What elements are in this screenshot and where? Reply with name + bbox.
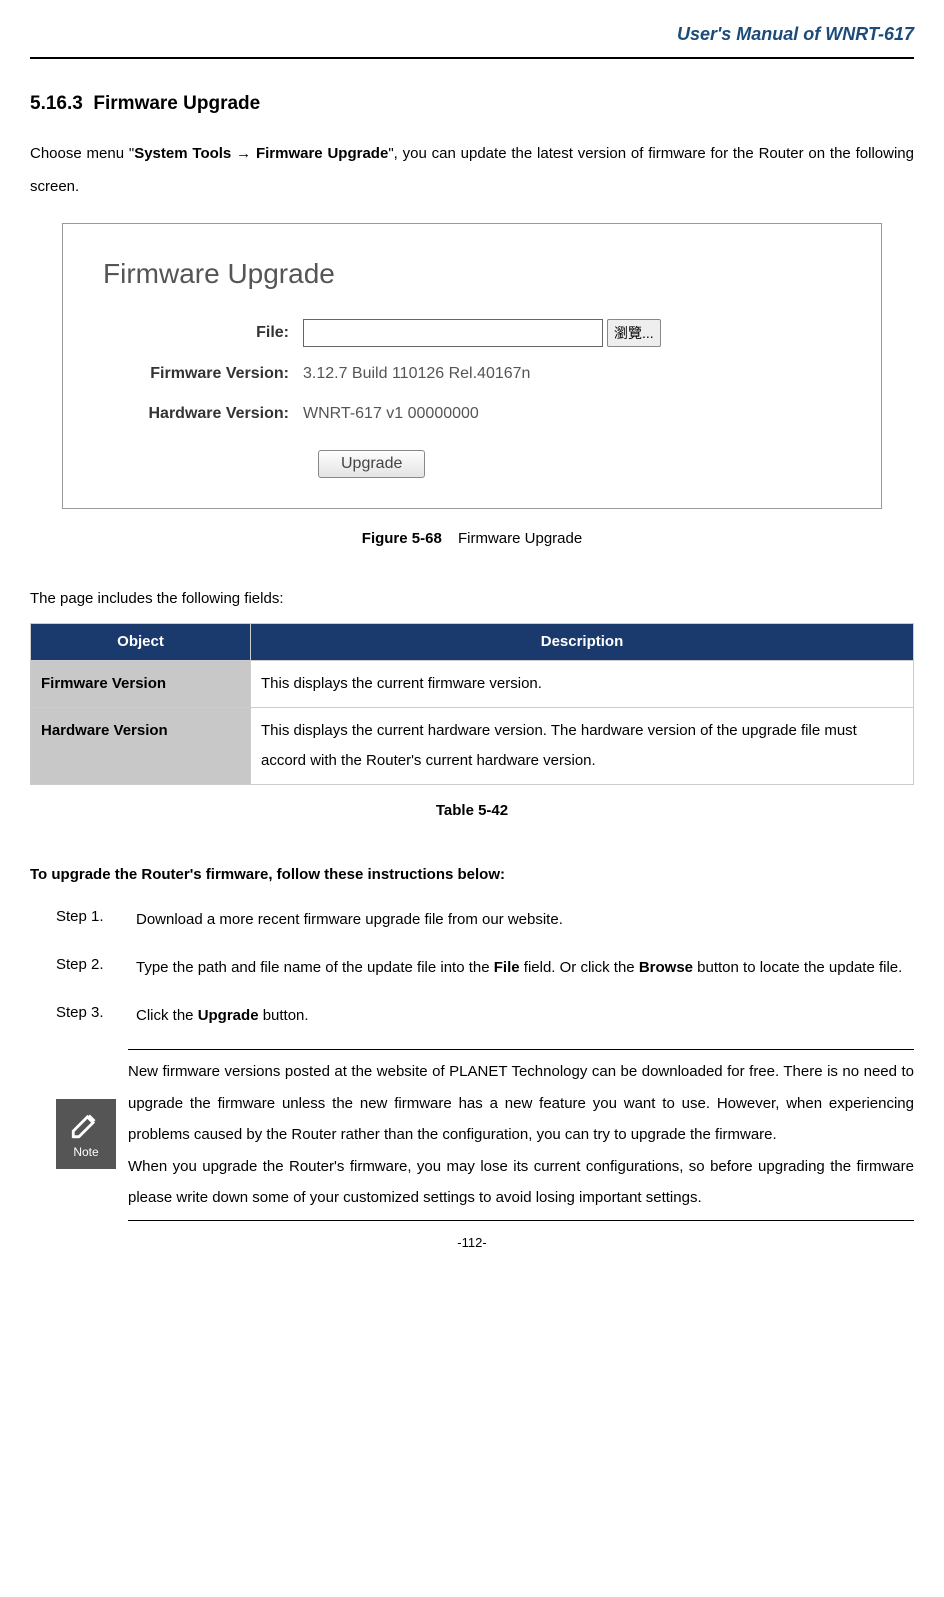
fields-table: Object Description Firmware Version This… (30, 623, 914, 785)
step-label: Step 3. (56, 1001, 136, 1031)
panel-title: Firmware Upgrade (103, 252, 841, 297)
browse-button[interactable]: 瀏覽... (607, 319, 661, 347)
table-row: Firmware Version This displays the curre… (31, 661, 914, 708)
menu-path-2: Firmware Upgrade (256, 145, 388, 162)
firmware-upgrade-screenshot: Firmware Upgrade File: 瀏覽... Firmware Ve… (62, 223, 882, 509)
section-heading: 5.16.3 Firmware Upgrade (30, 89, 914, 119)
hardware-version-row: Hardware Version: WNRT-617 v1 00000000 (103, 401, 841, 427)
col-description: Description (251, 624, 914, 661)
note-label: Note (73, 1143, 98, 1162)
upgrade-button[interactable]: Upgrade (318, 450, 425, 478)
figure-text: Firmware Upgrade (458, 530, 582, 547)
hardware-version-label: Hardware Version: (103, 401, 303, 427)
fields-intro: The page includes the following fields: (30, 587, 914, 611)
figure-number: Figure 5-68 (362, 530, 442, 547)
table-row: Hardware Version This displays the curre… (31, 708, 914, 785)
upgrade-row: Upgrade (103, 450, 841, 478)
hardware-version-value: WNRT-617 v1 00000000 (303, 401, 479, 427)
file-row: File: 瀏覽... (103, 319, 841, 347)
step-text: Click the Upgrade button. (136, 1001, 914, 1031)
figure-caption: Figure 5-68 Firmware Upgrade (30, 527, 914, 551)
step-text: Type the path and file name of the updat… (136, 953, 914, 983)
menu-path-1: System Tools (134, 145, 231, 162)
description-cell: This displays the current firmware versi… (251, 661, 914, 708)
page-number: -112- (30, 1233, 914, 1254)
note-icon: Note (56, 1099, 116, 1169)
firmware-version-row: Firmware Version: 3.12.7 Build 110126 Re… (103, 361, 841, 387)
step-label: Step 2. (56, 953, 136, 983)
description-cell: This displays the current hardware versi… (251, 708, 914, 785)
firmware-version-label: Firmware Version: (103, 361, 303, 387)
object-cell: Firmware Version (31, 661, 251, 708)
step-3: Step 3. Click the Upgrade button. (30, 1001, 914, 1031)
step-text: Download a more recent firmware upgrade … (136, 905, 914, 935)
col-object: Object (31, 624, 251, 661)
file-input[interactable] (303, 319, 603, 347)
step-2: Step 2. Type the path and file name of t… (30, 953, 914, 983)
file-label: File: (103, 320, 303, 346)
object-cell: Hardware Version (31, 708, 251, 785)
step-label: Step 1. (56, 905, 136, 935)
intro-paragraph: Choose menu "System Tools → Firmware Upg… (30, 137, 914, 203)
section-title: Firmware Upgrade (93, 93, 260, 114)
note-block: Note New firmware versions posted at the… (56, 1049, 914, 1221)
step-1: Step 1. Download a more recent firmware … (30, 905, 914, 935)
instructions-heading: To upgrade the Router's firmware, follow… (30, 863, 914, 887)
firmware-version-value: 3.12.7 Build 110126 Rel.40167n (303, 361, 530, 387)
section-number: 5.16.3 (30, 93, 83, 114)
table-caption: Table 5-42 (30, 799, 914, 823)
page-header: User's Manual of WNRT-617 (30, 20, 914, 59)
header-title: User's Manual of WNRT-617 (677, 24, 914, 44)
note-text: New firmware versions posted at the webs… (128, 1049, 914, 1221)
